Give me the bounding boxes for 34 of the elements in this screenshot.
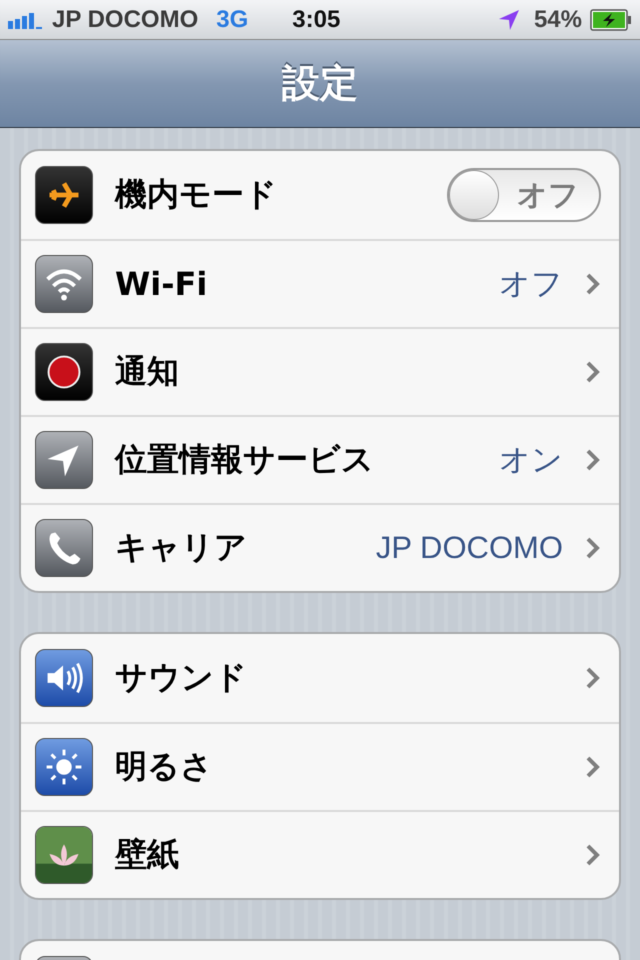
chevron-right-icon[interactable] xyxy=(585,843,601,867)
wifi-icon xyxy=(35,255,93,313)
setting-label: サウンド xyxy=(115,657,248,698)
setting-label: 通知 xyxy=(115,351,180,392)
toggle-switch[interactable]: オフ xyxy=(447,168,601,222)
speaker-icon xyxy=(35,649,93,707)
setting-label: 機内モード xyxy=(115,174,278,215)
airplane-icon xyxy=(35,166,93,224)
screen-title: 設定 xyxy=(282,60,358,107)
setting-label: Wi-Fi xyxy=(115,265,208,303)
setting-label: 壁紙 xyxy=(115,834,180,875)
chevron-right-icon[interactable] xyxy=(585,755,601,779)
location-arrow-icon xyxy=(498,8,520,30)
battery-charging-icon xyxy=(590,8,632,30)
setting-label: 明るさ xyxy=(115,746,214,787)
setting-label: キャリア xyxy=(115,527,248,568)
notification-icon xyxy=(35,343,93,401)
carrier-name: JP DOCOMO xyxy=(52,6,198,34)
flower-icon xyxy=(35,826,93,884)
setting-value: オフ xyxy=(499,265,563,303)
battery-percent: 54% xyxy=(534,6,582,34)
location-icon xyxy=(35,431,93,489)
setting-label: 位置情報サービス xyxy=(115,439,375,480)
chevron-right-icon[interactable] xyxy=(585,448,601,472)
clock-time: 3:05 xyxy=(292,6,342,34)
phone-icon xyxy=(35,519,93,577)
chevron-right-icon[interactable] xyxy=(585,272,601,296)
chevron-right-icon[interactable] xyxy=(585,360,601,384)
network-type: 3G xyxy=(216,6,248,34)
setting-value: オン xyxy=(499,441,563,479)
setting-value: JP DOCOMO xyxy=(376,530,563,566)
chevron-right-icon[interactable] xyxy=(585,666,601,690)
sun-icon xyxy=(35,738,93,796)
chevron-right-icon[interactable] xyxy=(585,536,601,560)
